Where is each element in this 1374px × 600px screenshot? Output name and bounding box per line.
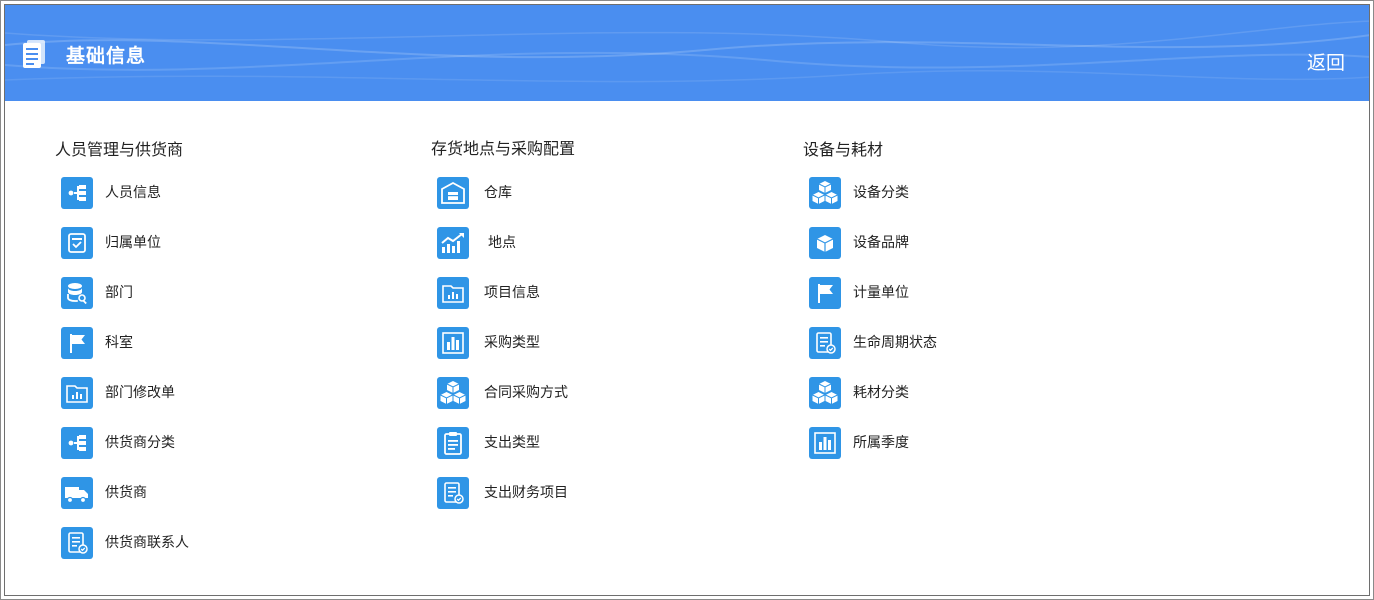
window-frame: 基础信息 返回 人员管理与供货商 人员信息归属单位部门科室部门修改单供货商分类供… [0, 0, 1374, 600]
menu-item-icon-tile [809, 227, 841, 259]
section-title: 人员管理与供货商 [55, 140, 184, 159]
page-header: 基础信息 返回 [5, 5, 1369, 101]
section-title: 存货地点与采购配置 [431, 139, 576, 158]
menu-item-label: 供货商 [105, 485, 147, 501]
hierarchy-icon [68, 435, 86, 451]
menu-item[interactable]: 采购类型 [437, 326, 737, 360]
menu-item[interactable]: 科室 [61, 326, 361, 360]
page-title: 基础信息 [66, 45, 147, 67]
document-list-icon [23, 40, 45, 68]
menu-item[interactable]: 人员信息 [61, 176, 361, 210]
folder-chart-icon [442, 285, 464, 303]
menu-item[interactable]: 生命周期状态 [809, 326, 1109, 360]
document-icon [68, 233, 86, 253]
form-icon [68, 532, 88, 554]
cubes-icon [812, 181, 838, 204]
menu-item-label: 科室 [105, 335, 133, 351]
menu-item[interactable]: 所属季度 [809, 426, 1109, 460]
menu-item-label: 支出类型 [484, 435, 540, 451]
menu-item-label: 设备品牌 [853, 235, 909, 251]
menu-item-label: 仓库 [484, 185, 512, 201]
truck-icon [65, 487, 88, 504]
menu-item[interactable]: 支出类型 [437, 426, 737, 460]
menu-item[interactable]: 项目信息 [437, 276, 737, 310]
menu-item-icon-tile [437, 177, 469, 209]
menu-item-label: 供货商分类 [105, 435, 175, 451]
menu-item[interactable]: 计量单位 [809, 276, 1109, 310]
menu-item-icon-tile [809, 177, 841, 209]
menu-item-icon-tile [61, 477, 93, 509]
menu-item-icon-tile [61, 327, 93, 359]
menu-item[interactable]: 部门修改单 [61, 376, 361, 410]
menu-item-icon-tile [809, 327, 841, 359]
menu-item-label: 耗材分类 [853, 385, 909, 401]
menu-item-icon-tile [437, 427, 469, 459]
menu-item-icon-tile [437, 227, 469, 259]
menu-item-label: 生命周期状态 [853, 335, 937, 351]
header-wave-decoration [5, 20, 1369, 83]
flag-icon [70, 334, 85, 353]
menu-item-label: 支出财务项目 [484, 485, 568, 501]
menu-item-icon-tile [809, 377, 841, 409]
menu-item[interactable]: 供货商联系人 [61, 526, 361, 560]
menu-item-label: 计量单位 [853, 285, 909, 301]
chart-trend-icon [441, 233, 464, 253]
menu-item[interactable]: 部门 [61, 276, 361, 310]
menu-item-icon-tile [437, 377, 469, 409]
bar-chart-icon [442, 332, 464, 354]
cubes-icon [440, 381, 466, 404]
menu-item[interactable]: 设备分类 [809, 176, 1109, 210]
menu-item-icon-tile [437, 277, 469, 309]
menu-item-label: 地点 [488, 235, 516, 251]
menu-item-label: 归属单位 [105, 235, 161, 251]
flag-icon [818, 284, 833, 303]
menu-item[interactable]: 供货商分类 [61, 426, 361, 460]
menu-item[interactable]: 支出财务项目 [437, 476, 737, 510]
menu-item-label: 合同采购方式 [484, 385, 568, 401]
menu-item[interactable]: 供货商 [61, 476, 361, 510]
menu-item-label: 人员信息 [105, 185, 161, 201]
menu-item-icon-tile [61, 527, 93, 559]
menu-item-icon-tile [61, 177, 93, 209]
menu-item-icon-tile [437, 477, 469, 509]
menu-item-label: 部门修改单 [105, 385, 175, 401]
menu-item-icon-tile [809, 277, 841, 309]
menu-item-label: 部门 [105, 285, 133, 301]
cubes-icon [812, 381, 838, 404]
menu-item[interactable]: 设备品牌 [809, 226, 1109, 260]
cube-icon [816, 235, 834, 252]
menu-item[interactable]: 耗材分类 [809, 376, 1109, 410]
menu-item-label: 所属季度 [853, 435, 909, 451]
menu-item-icon-tile [809, 427, 841, 459]
menu-item-label: 采购类型 [484, 335, 540, 351]
menu-item-icon-tile [437, 327, 469, 359]
menu-item-icon-tile [61, 227, 93, 259]
menu-item-label: 供货商联系人 [105, 535, 189, 551]
menu-item-label: 项目信息 [484, 285, 540, 301]
section-title: 设备与耗材 [803, 140, 884, 159]
menu-item-icon-tile [61, 427, 93, 459]
folder-chart-icon [66, 385, 88, 403]
menu-item-icon-tile [61, 377, 93, 409]
form-icon [444, 482, 464, 504]
back-button[interactable]: 返回 [1307, 51, 1345, 75]
menu-item[interactable]: 仓库 [437, 176, 737, 210]
menu-item[interactable]: 归属单位 [61, 226, 361, 260]
warehouse-icon [441, 181, 465, 204]
clipboard-icon [444, 432, 462, 455]
menu-item-icon-tile [61, 277, 93, 309]
form-icon [816, 332, 836, 354]
menu-item[interactable]: 地点 [437, 226, 737, 260]
hierarchy-icon [68, 185, 86, 201]
page-container: 基础信息 返回 人员管理与供货商 人员信息归属单位部门科室部门修改单供货商分类供… [4, 4, 1370, 596]
database-search-icon [67, 283, 87, 305]
menu-item[interactable]: 合同采购方式 [437, 376, 737, 410]
menu-item-label: 设备分类 [853, 185, 909, 201]
bar-chart-icon [814, 432, 836, 454]
